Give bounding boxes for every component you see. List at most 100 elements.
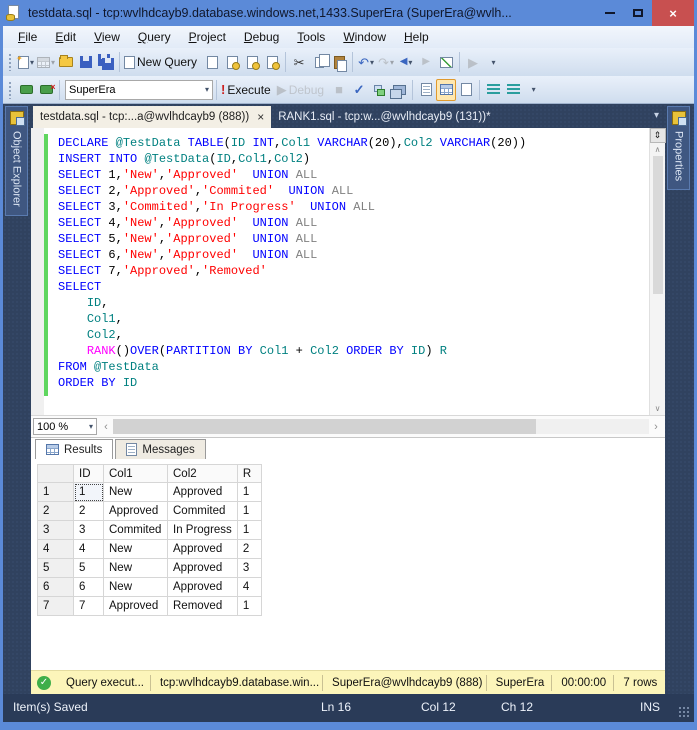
grid-cell[interactable]: 3 [237, 559, 261, 578]
grid-cell[interactable]: 2 [237, 540, 261, 559]
dmx-query-icon[interactable] [242, 51, 262, 73]
maximize-button[interactable] [624, 2, 652, 24]
grid-header-R[interactable]: R [237, 465, 261, 483]
tab-messages[interactable]: Messages [115, 439, 205, 459]
grid-cell[interactable]: 1 [237, 483, 261, 502]
mdx-query-icon[interactable] [222, 51, 242, 73]
toolbar-grip[interactable] [8, 81, 13, 99]
editor-horizontal-scrollbar[interactable]: ‹ › [99, 418, 663, 435]
new-query-button[interactable]: New Query [123, 51, 202, 73]
grid-header-corner[interactable] [38, 465, 74, 483]
cut-button[interactable]: ✂ [289, 51, 309, 73]
results-to-text-button[interactable] [416, 79, 436, 101]
scrollbar-thumb[interactable] [653, 156, 663, 294]
menu-item-query[interactable]: Query [129, 28, 180, 46]
grid-cell[interactable]: Commited [104, 521, 168, 540]
grid-cell[interactable]: Approved [168, 559, 238, 578]
tab-close-icon[interactable]: × [257, 110, 264, 124]
grid-cell[interactable]: Commited [168, 502, 238, 521]
grid-cell[interactable]: 4 [237, 578, 261, 597]
database-engine-query-icon[interactable] [202, 51, 222, 73]
menu-item-project[interactable]: Project [180, 28, 235, 46]
tab-list-dropdown[interactable]: ▾ [654, 110, 659, 121]
scroll-left-icon[interactable]: ‹ [99, 421, 113, 433]
grid-cell[interactable]: 4 [74, 540, 104, 559]
grid-cell[interactable]: New [104, 559, 168, 578]
menu-item-file[interactable]: File [9, 28, 46, 46]
grid-row-header[interactable]: 7 [38, 597, 74, 616]
editor-vertical-scrollbar[interactable]: ⇕ ∧ ∨ [649, 128, 665, 415]
scrollbar-thumb[interactable] [113, 419, 536, 434]
splitter-icon[interactable]: ⇕ [650, 128, 666, 143]
zoom-level-select[interactable]: 100 % ▾ [33, 418, 97, 435]
scroll-up-icon[interactable]: ∧ [655, 143, 661, 156]
menu-item-edit[interactable]: Edit [46, 28, 85, 46]
include-actual-plan-button[interactable] [389, 79, 409, 101]
grid-cell[interactable]: 5 [74, 559, 104, 578]
parse-button[interactable]: ✓ [349, 79, 369, 101]
grid-row-header[interactable]: 6 [38, 578, 74, 597]
toolbar-overflow-button[interactable]: ▾ [523, 79, 543, 101]
xmla-query-icon[interactable] [262, 51, 282, 73]
grid-cell[interactable]: 3 [74, 521, 104, 540]
grid-cell[interactable]: New [104, 540, 168, 559]
scroll-down-icon[interactable]: ∨ [655, 402, 661, 415]
copy-button[interactable] [309, 51, 329, 73]
undo-button[interactable]: ↶▾ [356, 51, 376, 73]
toolbar-grip[interactable] [8, 53, 13, 71]
grid-cell[interactable]: Approved [168, 540, 238, 559]
grid-cell[interactable]: 1 [237, 502, 261, 521]
save-all-button[interactable] [96, 51, 116, 73]
grid-row-header[interactable]: 1 [38, 483, 74, 502]
grid-cell[interactable]: 1 [74, 483, 104, 502]
object-explorer-tab[interactable]: Object Explorer [5, 106, 28, 216]
grid-cell[interactable]: New [104, 578, 168, 597]
grid-cell[interactable]: 7 [74, 597, 104, 616]
activity-monitor-button[interactable] [436, 51, 456, 73]
grid-cell[interactable]: Approved [168, 578, 238, 597]
grid-cell[interactable]: Approved [104, 502, 168, 521]
results-to-file-button[interactable] [456, 79, 476, 101]
grid-cell[interactable]: 6 [74, 578, 104, 597]
grid-cell[interactable]: New [104, 483, 168, 502]
code-area[interactable]: DECLARE @TestData TABLE(ID INT,Col1 VARC… [48, 128, 649, 415]
open-file-button[interactable] [56, 51, 76, 73]
paste-button[interactable] [329, 51, 349, 73]
grid-cell[interactable]: In Progress [168, 521, 238, 540]
increase-indent-button[interactable] [503, 79, 523, 101]
database-combobox[interactable]: SuperEra ▾ [65, 80, 213, 100]
tab-rank1-sql[interactable]: RANK1.sql - tcp:w...@wvlhdcayb9 (131))* [271, 106, 497, 128]
resize-grip[interactable] [678, 706, 690, 718]
grid-cell[interactable]: 1 [237, 521, 261, 540]
menu-item-help[interactable]: Help [395, 28, 438, 46]
grid-header-Col2[interactable]: Col2 [168, 465, 238, 483]
toolbar-overflow-button[interactable]: ▾ [483, 51, 503, 73]
results-grid[interactable]: IDCol1Col2R11NewApproved122ApprovedCommi… [37, 464, 262, 616]
scroll-right-icon[interactable]: › [649, 421, 663, 433]
close-button[interactable]: × [652, 0, 694, 26]
navigate-backward-button[interactable]: ◀▾ [396, 51, 416, 73]
specify-template-values-button[interactable] [369, 79, 389, 101]
menu-item-view[interactable]: View [85, 28, 129, 46]
grid-cell[interactable]: Removed [168, 597, 238, 616]
grid-cell[interactable]: 1 [237, 597, 261, 616]
minimize-button[interactable] [596, 2, 624, 24]
grid-cell[interactable]: 2 [74, 502, 104, 521]
disconnect-button[interactable]: × [36, 79, 56, 101]
menu-item-window[interactable]: Window [334, 28, 395, 46]
tab-testdata-sql[interactable]: testdata.sql - tcp:...a@wvlhdcayb9 (888)… [33, 106, 271, 128]
decrease-indent-button[interactable] [483, 79, 503, 101]
properties-tab[interactable]: Properties [667, 106, 690, 190]
results-to-grid-button[interactable] [436, 79, 456, 101]
grid-row-header[interactable]: 5 [38, 559, 74, 578]
grid-row-header[interactable]: 2 [38, 502, 74, 521]
menu-item-debug[interactable]: Debug [235, 28, 288, 46]
grid-header-ID[interactable]: ID [74, 465, 104, 483]
grid-row-header[interactable]: 4 [38, 540, 74, 559]
tab-results[interactable]: Results [35, 439, 113, 459]
grid-cell[interactable]: Approved [104, 597, 168, 616]
execute-button[interactable]: !Execute [220, 79, 276, 101]
save-button[interactable] [76, 51, 96, 73]
connect-button[interactable] [16, 79, 36, 101]
grid-row-header[interactable]: 3 [38, 521, 74, 540]
